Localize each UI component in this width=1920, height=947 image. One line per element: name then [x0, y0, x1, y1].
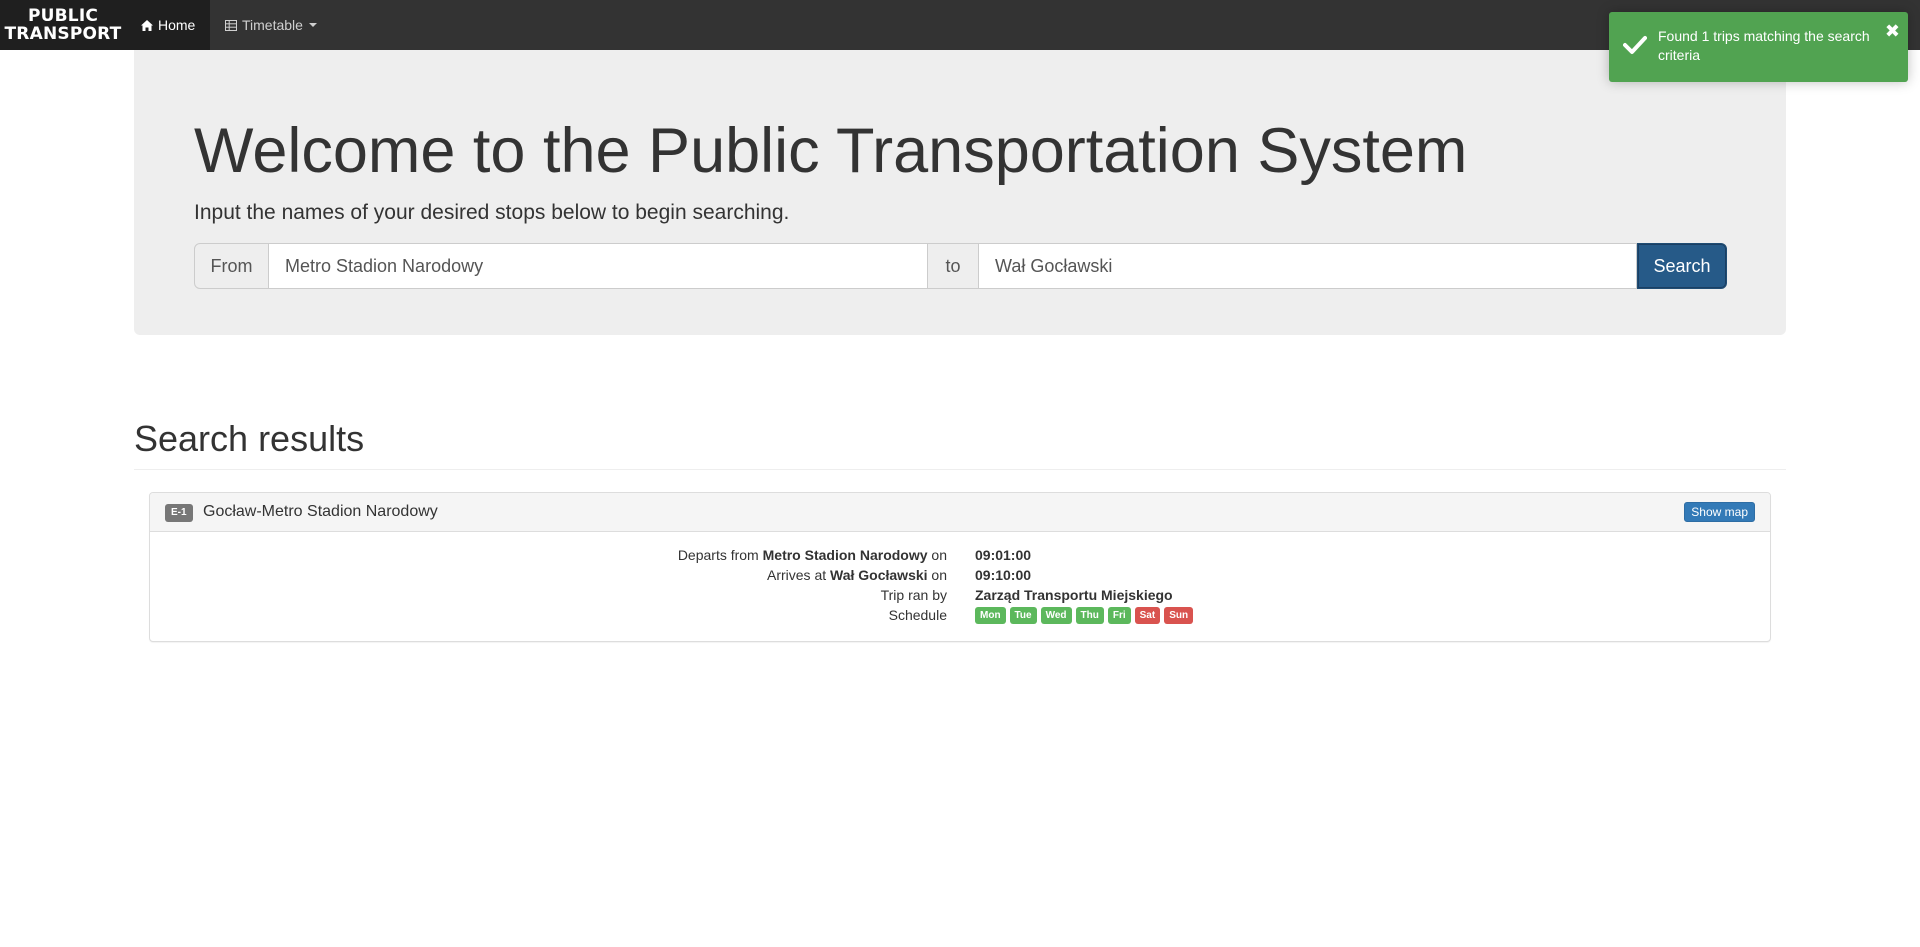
- arrives-prefix: Arrives at: [767, 567, 827, 583]
- day-badge-fri: Fri: [1107, 607, 1131, 624]
- brand-line-1: PUBLIC: [27, 6, 99, 26]
- nav-timetable-dropdown[interactable]: Timetable: [210, 0, 317, 50]
- nav-timetable-label: Timetable: [242, 17, 303, 33]
- day-badge-sun: Sun: [1164, 607, 1194, 624]
- nav-home-label: Home: [158, 17, 196, 33]
- day-badge-tue: Tue: [1009, 607, 1037, 624]
- results-heading: Search results: [134, 418, 365, 459]
- brand-logo[interactable]: PUBLIC TRANSPORT: [0, 0, 126, 50]
- operator-name: Zarząd Transportu Miejskiego: [975, 587, 1173, 603]
- day-badge-mon: Mon: [975, 607, 1006, 624]
- to-label: to: [928, 243, 978, 289]
- operator-row: Trip ran by Zarząd Transportu Miejskiego: [150, 585, 1770, 605]
- operator-label: Trip ran by: [880, 587, 947, 603]
- arrives-row: Arrives at Wał Gocławski on 09:10:00: [150, 565, 1770, 585]
- results-divider: [134, 469, 1786, 470]
- departs-suffix: on: [931, 547, 947, 563]
- search-button[interactable]: Search: [1637, 243, 1727, 289]
- departs-row: Departs from Metro Stadion Narodowy on 0…: [150, 545, 1770, 565]
- arrives-time: 09:10:00: [975, 567, 1032, 583]
- success-toast[interactable]: Found 1 trips matching the search criter…: [1609, 12, 1908, 82]
- hero-lead: Input the names of your desired stops be…: [194, 201, 790, 224]
- hero-panel: Welcome to the Public Transportation Sys…: [134, 50, 1786, 335]
- from-stop-input[interactable]: [269, 243, 928, 289]
- checmark-icon: [1623, 36, 1647, 54]
- chevron-down-icon: [308, 23, 317, 27]
- day-badge-wed: Wed: [1040, 607, 1072, 624]
- search-form: From to Search: [194, 243, 1727, 289]
- departs-time: 09:01:00: [975, 547, 1032, 563]
- trip-result-heading: E-1 Gocław-Metro Stadion Narodowy Show m…: [150, 493, 1770, 532]
- route-name: Gocław-Metro Stadion Narodowy: [203, 503, 438, 520]
- to-stop-input[interactable]: [978, 243, 1637, 289]
- schedule-row: Schedule Mon Tue Wed Thu Fri Sat Sun: [150, 605, 1770, 625]
- day-badge-sat: Sat: [1134, 607, 1161, 624]
- table-icon: [225, 19, 237, 31]
- close-icon[interactable]: ✖: [1885, 22, 1900, 40]
- show-map-button[interactable]: Show map: [1684, 502, 1755, 522]
- nav-home[interactable]: Home: [126, 0, 210, 50]
- departs-label: Departs from Metro Stadion Narodowy on: [678, 545, 947, 565]
- departs-prefix: Departs from: [677, 547, 759, 563]
- toast-message: Found 1 trips matching the search criter…: [1658, 28, 1870, 63]
- day-badge-thu: Thu: [1075, 607, 1104, 624]
- brand-line-2: TRANSPORT: [4, 24, 122, 44]
- page-title: Welcome to the Public Transportation Sys…: [194, 116, 1468, 186]
- schedule-days: Mon Tue Wed Thu Fri Sat Sun: [975, 607, 1194, 624]
- trip-result-panel: E-1 Gocław-Metro Stadion Narodowy Show m…: [149, 492, 1771, 642]
- departs-stop: Metro Stadion Narodowy: [762, 547, 928, 563]
- from-label: From: [194, 243, 269, 289]
- home-icon: [141, 19, 153, 31]
- route-badge: E-1: [165, 504, 193, 522]
- arrives-label: Arrives at Wał Gocławski on: [767, 565, 947, 585]
- schedule-label: Schedule: [888, 607, 947, 623]
- arrives-suffix: on: [931, 567, 947, 583]
- arrives-stop: Wał Gocławski: [830, 567, 928, 583]
